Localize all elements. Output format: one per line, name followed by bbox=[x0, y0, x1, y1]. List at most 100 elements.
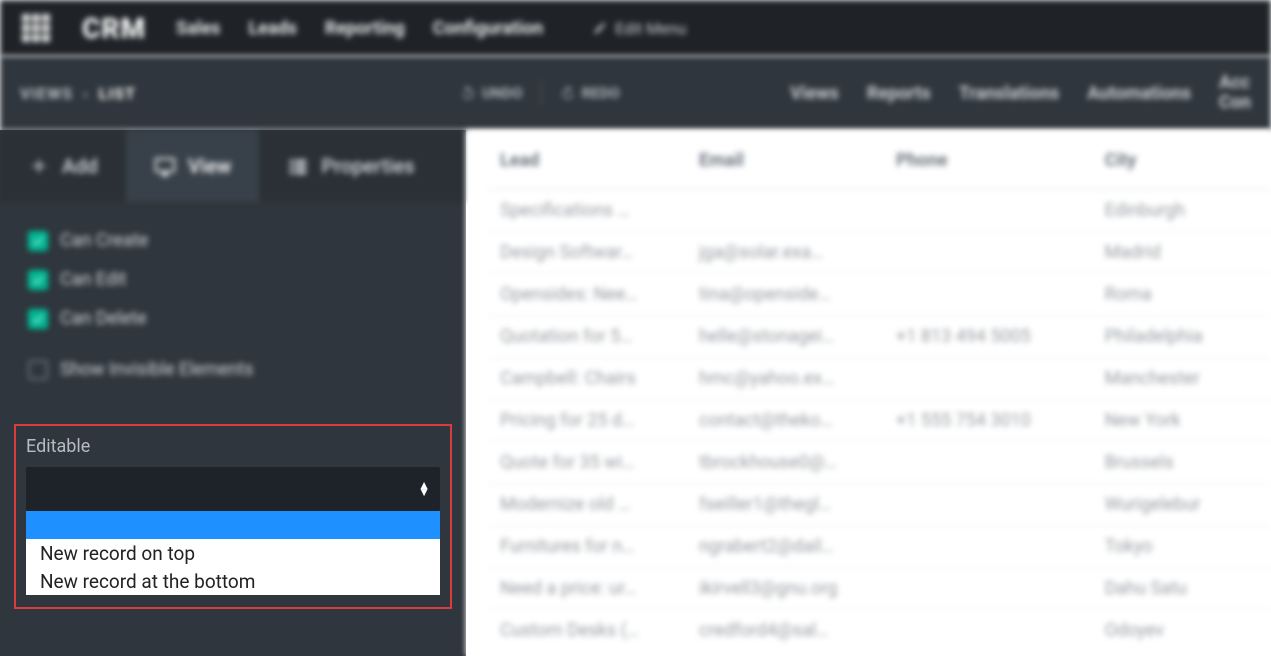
table-row[interactable]: Quote for 35 wi…tbrockhouse0@… Brussels bbox=[488, 442, 1271, 484]
link-cutoff[interactable]: Acc Con bbox=[1219, 73, 1251, 113]
records-table: Lead Email Phone City Specifications …Ed… bbox=[488, 130, 1271, 651]
left-panel: Add View Properties Can Create Can Edit bbox=[0, 130, 466, 656]
check-show-invisible[interactable]: Show Invisible Elements bbox=[28, 359, 438, 380]
studio-tabs: Views Reports Translations Automations A… bbox=[790, 56, 1251, 130]
link-translations[interactable]: Translations bbox=[959, 83, 1060, 104]
table-row[interactable]: Design Softwar…jga@solar.exa…Madrid bbox=[488, 232, 1271, 274]
cell-lead: Quote for 35 wi… bbox=[488, 442, 687, 484]
check-can-delete[interactable]: Can Delete bbox=[28, 308, 438, 329]
cell-lead: Opensides: Nee… bbox=[488, 274, 687, 316]
cell-email: ngrabert2@dail… bbox=[687, 526, 884, 568]
tab-properties-label: Properties bbox=[321, 154, 414, 178]
link-views[interactable]: Views bbox=[790, 83, 839, 104]
breadcrumb-views[interactable]: VIEWS bbox=[20, 84, 73, 103]
cell-phone bbox=[884, 274, 1093, 316]
edit-menu-button[interactable]: Edit Menu bbox=[593, 19, 686, 38]
cell-city: New York bbox=[1093, 400, 1271, 442]
cell-phone bbox=[884, 232, 1093, 274]
undo-button[interactable]: UNDO bbox=[460, 84, 523, 102]
tab-add[interactable]: Add bbox=[0, 130, 126, 202]
cell-lead: Specifications … bbox=[488, 190, 687, 232]
tab-view[interactable]: View bbox=[126, 130, 260, 202]
cell-phone bbox=[884, 484, 1093, 526]
main-menu: Sales Leads Reporting Configuration bbox=[176, 18, 543, 39]
checkbox-off-icon bbox=[28, 360, 48, 380]
tab-view-label: View bbox=[188, 154, 232, 178]
cell-phone bbox=[884, 526, 1093, 568]
breadcrumb-sep: › bbox=[83, 84, 89, 103]
editable-label: Editable bbox=[26, 436, 440, 457]
undo-redo-group: UNDO REDO bbox=[460, 56, 620, 130]
breadcrumb-list: LIST bbox=[99, 84, 136, 103]
editable-option-bottom[interactable]: New record at the bottom bbox=[26, 567, 440, 595]
table-header-row: Lead Email Phone City bbox=[488, 130, 1271, 190]
cell-phone: +1 555 754 3010 bbox=[884, 400, 1093, 442]
cell-city: Brussels bbox=[1093, 442, 1271, 484]
editable-option-top[interactable]: New record on top bbox=[26, 539, 440, 567]
pencil-icon bbox=[593, 21, 607, 35]
table-row[interactable]: Campbell: Chairshmc@yahoo.ex…Manchester bbox=[488, 358, 1271, 400]
check-can-edit[interactable]: Can Edit bbox=[28, 269, 438, 290]
cell-email: helle@stonagei… bbox=[687, 316, 884, 358]
col-header-email[interactable]: Email bbox=[687, 130, 884, 190]
cell-email: contact@theko… bbox=[687, 400, 884, 442]
menu-reporting[interactable]: Reporting bbox=[325, 18, 405, 39]
check-can-create-label: Can Create bbox=[60, 230, 148, 251]
top-nav: CRM Sales Leads Reporting Configuration … bbox=[0, 0, 1271, 56]
checkbox-on-icon bbox=[28, 270, 48, 290]
brand: CRM bbox=[82, 12, 146, 45]
col-header-phone[interactable]: Phone bbox=[884, 130, 1093, 190]
checkbox-on-icon bbox=[28, 231, 48, 251]
cutoff-bottom: Con bbox=[1219, 92, 1251, 113]
col-header-lead[interactable]: Lead bbox=[488, 130, 687, 190]
list-icon bbox=[287, 155, 309, 177]
editable-dropdown-zone: Editable ▲▼ New record on top New record… bbox=[14, 424, 452, 609]
tab-properties[interactable]: Properties bbox=[259, 130, 442, 202]
cell-city: Tokyo bbox=[1093, 526, 1271, 568]
editable-options-list: New record on top New record at the bott… bbox=[26, 511, 440, 595]
checkbox-on-icon bbox=[28, 309, 48, 329]
cell-email: fseiller1@thegl… bbox=[687, 484, 884, 526]
check-can-create[interactable]: Can Create bbox=[28, 230, 438, 251]
cell-email bbox=[687, 190, 884, 232]
menu-leads[interactable]: Leads bbox=[248, 18, 296, 39]
chevron-updown-icon: ▲▼ bbox=[418, 482, 430, 496]
undo-label: UNDO bbox=[482, 84, 523, 102]
editable-option-blank[interactable] bbox=[26, 511, 440, 539]
cell-city: Roma bbox=[1093, 274, 1271, 316]
table-row[interactable]: Custom Desks (…credford4@sal…Odoyev bbox=[488, 610, 1271, 652]
link-reports[interactable]: Reports bbox=[867, 83, 931, 104]
table-row[interactable]: Opensides: Nee…tina@openside… Roma bbox=[488, 274, 1271, 316]
table-row[interactable]: Quotation for 5…helle@stonagei…+1 813 49… bbox=[488, 316, 1271, 358]
table-row[interactable]: Pricing for 25 d…contact@theko…+1 555 75… bbox=[488, 400, 1271, 442]
table-row[interactable]: Specifications …Edinburgh bbox=[488, 190, 1271, 232]
table-row[interactable]: Modernize old …fseiller1@thegl…Wurigeleb… bbox=[488, 484, 1271, 526]
redo-button[interactable]: REDO bbox=[560, 84, 620, 102]
apps-icon[interactable] bbox=[20, 12, 52, 44]
breadcrumb: VIEWS › LIST bbox=[20, 84, 136, 103]
cell-email: tbrockhouse0@… bbox=[687, 442, 884, 484]
plus-icon bbox=[28, 155, 50, 177]
right-panel: Lead Email Phone City Specifications …Ed… bbox=[466, 130, 1271, 656]
link-automations[interactable]: Automations bbox=[1087, 83, 1191, 104]
cell-lead: Modernize old … bbox=[488, 484, 687, 526]
toolbar: VIEWS › LIST UNDO REDO Views Reports Tra… bbox=[0, 56, 1271, 130]
cell-email: credford4@sal… bbox=[687, 610, 884, 652]
menu-configuration[interactable]: Configuration bbox=[433, 18, 543, 39]
table-row[interactable]: Furnitures for n…ngrabert2@dail…Tokyo bbox=[488, 526, 1271, 568]
menu-sales[interactable]: Sales bbox=[176, 18, 220, 39]
cell-lead: Custom Desks (… bbox=[488, 610, 687, 652]
cutoff-top: Acc bbox=[1219, 72, 1250, 93]
col-header-city[interactable]: City bbox=[1093, 130, 1271, 190]
check-can-edit-label: Can Edit bbox=[60, 269, 126, 290]
cell-phone bbox=[884, 568, 1093, 610]
cell-email: jga@solar.exa… bbox=[687, 232, 884, 274]
cell-email: tina@openside… bbox=[687, 274, 884, 316]
cell-phone bbox=[884, 442, 1093, 484]
records-table-wrap: Lead Email Phone City Specifications …Ed… bbox=[466, 130, 1271, 651]
tab-add-label: Add bbox=[62, 154, 98, 178]
editable-select[interactable]: ▲▼ bbox=[26, 467, 440, 511]
cell-lead: Design Softwar… bbox=[488, 232, 687, 274]
table-row[interactable]: Need a price: ur…ikirvell3@gnu.orgDahu S… bbox=[488, 568, 1271, 610]
check-show-invisible-label: Show Invisible Elements bbox=[60, 359, 254, 380]
